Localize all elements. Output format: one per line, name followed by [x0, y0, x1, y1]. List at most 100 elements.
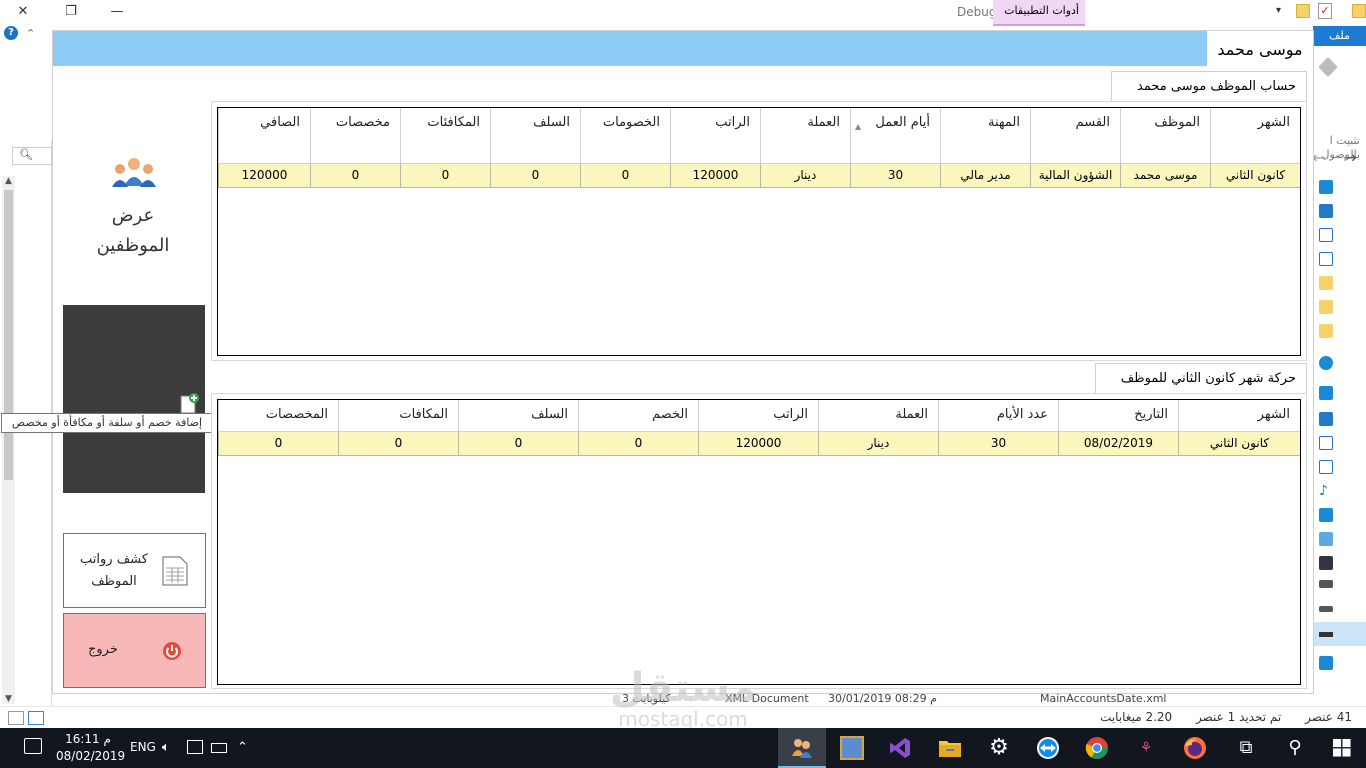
drive-icon[interactable]: [1319, 606, 1333, 612]
column-header[interactable]: الراتب: [670, 108, 760, 163]
visual-studio-icon[interactable]: [888, 736, 912, 760]
column-header[interactable]: القسم: [1030, 108, 1120, 163]
selected-drive-row[interactable]: [1313, 622, 1366, 646]
table-cell[interactable]: الشؤون المالية: [1030, 164, 1120, 188]
table-cell[interactable]: 120000: [670, 164, 760, 188]
picture-icon[interactable]: [1319, 252, 1333, 266]
column-header[interactable]: السلف: [458, 400, 578, 431]
column-header[interactable]: الخصومات: [580, 108, 670, 163]
table-cell[interactable]: 0: [218, 432, 338, 456]
scrollbar-thumb[interactable]: [4, 190, 13, 480]
download-icon[interactable]: [1319, 412, 1333, 426]
table-cell[interactable]: مدير مالي: [940, 164, 1030, 188]
folder-icon[interactable]: [1319, 276, 1333, 290]
folder-icon[interactable]: [1319, 300, 1333, 314]
table-cell[interactable]: 120000: [218, 164, 310, 188]
volume-icon[interactable]: 🔈︎: [162, 740, 170, 755]
column-header[interactable]: أيام العمل ▲: [850, 108, 940, 163]
column-header[interactable]: الخصم: [578, 400, 698, 431]
exit-button[interactable]: خروج: [63, 613, 206, 688]
picture-icon[interactable]: [1319, 436, 1333, 450]
add-deduction-panel[interactable]: [63, 305, 205, 493]
drive-icon[interactable]: [1319, 580, 1333, 588]
music-icon[interactable]: ♪: [1319, 484, 1333, 498]
taskbar-app-active[interactable]: [778, 728, 826, 768]
table-cell[interactable]: 08/02/2019: [1058, 432, 1178, 456]
scrollbar[interactable]: ▲ ▼: [2, 176, 15, 704]
column-header[interactable]: العملة: [760, 108, 850, 163]
view-employees-label[interactable]: عرض الموظفين: [83, 201, 183, 261]
table-cell[interactable]: 30: [938, 432, 1058, 456]
scroll-up-icon[interactable]: ▲: [2, 176, 15, 186]
table-cell[interactable]: 0: [458, 432, 578, 456]
table-cell[interactable]: 120000: [698, 432, 818, 456]
pin-icon[interactable]: [1318, 57, 1338, 77]
column-header[interactable]: الشهر: [1210, 108, 1300, 163]
file-explorer-icon[interactable]: [938, 736, 962, 760]
details-view-icon[interactable]: [8, 711, 24, 725]
properties-icon[interactable]: ✓: [1318, 3, 1332, 19]
folder-icon[interactable]: [1319, 324, 1333, 338]
column-header[interactable]: المهنة: [940, 108, 1030, 163]
column-header[interactable]: المخصصات: [218, 400, 338, 431]
image-viewer-icon[interactable]: [840, 736, 864, 760]
table-cell[interactable]: 0: [490, 164, 580, 188]
add-document-icon[interactable]: [179, 393, 199, 415]
help-icon[interactable]: ?: [4, 26, 18, 40]
salary-report-button[interactable]: كشف رواتب الموظف: [63, 533, 206, 608]
chevron-up-icon[interactable]: ⌃: [26, 27, 35, 40]
column-header[interactable]: التاريخ: [1058, 400, 1178, 431]
desktop-icon[interactable]: [1319, 508, 1333, 522]
document-icon[interactable]: [1319, 460, 1333, 474]
search-icon[interactable]: ⚲: [1283, 736, 1307, 760]
column-header[interactable]: المكافات: [338, 400, 458, 431]
language-indicator[interactable]: ENG: [130, 740, 156, 754]
table-cell[interactable]: 30: [850, 164, 940, 188]
videos-icon[interactable]: [1319, 556, 1333, 570]
scroll-down-icon[interactable]: ▼: [2, 694, 15, 704]
close-icon[interactable]: ✕: [8, 2, 38, 22]
tab-file[interactable]: ملف: [1313, 26, 1366, 46]
table-cell[interactable]: دينار: [818, 432, 938, 456]
maximize-icon[interactable]: ❐: [56, 2, 86, 22]
movement-grid[interactable]: الشهر التاريخ عدد الأيام العملة الراتب الخصم ا…: [217, 399, 1301, 685]
table-row[interactable]: كانون الثاني موسى محمد الشؤون المالية مدير …: [218, 164, 1300, 188]
table-cell[interactable]: دينار: [760, 164, 850, 188]
table-cell[interactable]: 0: [580, 164, 670, 188]
column-header[interactable]: العملة: [818, 400, 938, 431]
settings-icon[interactable]: ⚙: [987, 736, 1011, 760]
app-icon[interactable]: ⚘: [1134, 736, 1158, 760]
firefox-icon[interactable]: [1183, 736, 1207, 760]
notification-icon[interactable]: [24, 738, 42, 754]
table-cell[interactable]: 0: [400, 164, 490, 188]
table-cell[interactable]: موسى محمد: [1120, 164, 1210, 188]
download-icon[interactable]: [1319, 204, 1333, 218]
column-header[interactable]: السلف: [490, 108, 580, 163]
onedrive-icon[interactable]: [1319, 356, 1333, 370]
forward-arrow-icon[interactable]: ←: [1312, 148, 1325, 167]
minimize-icon[interactable]: —: [102, 2, 132, 22]
column-header[interactable]: عدد الأيام: [938, 400, 1058, 431]
column-header[interactable]: الشهر: [1178, 400, 1300, 431]
column-header[interactable]: الموظف: [1120, 108, 1210, 163]
3d-objects-icon[interactable]: [1319, 532, 1333, 546]
list-view-icon[interactable]: [28, 711, 44, 725]
teamviewer-icon[interactable]: [1036, 736, 1060, 760]
account-grid[interactable]: الشهر الموظف القسم المهنة أيام العمل ▲ العملة ا…: [217, 107, 1301, 356]
column-header[interactable]: المكافئات: [400, 108, 490, 163]
battery-icon[interactable]: [211, 743, 227, 753]
column-header[interactable]: مخصصات: [310, 108, 400, 163]
table-cell[interactable]: 0: [310, 164, 400, 188]
network-icon[interactable]: [187, 740, 203, 754]
network-icon[interactable]: [1319, 656, 1333, 670]
column-header[interactable]: الراتب: [698, 400, 818, 431]
table-cell[interactable]: 0: [578, 432, 698, 456]
table-cell[interactable]: كانون الثاني: [1178, 432, 1300, 456]
this-pc-icon[interactable]: [1319, 386, 1333, 400]
document-icon[interactable]: [1319, 228, 1333, 242]
clock[interactable]: 16:11 م 08/02/2019: [56, 731, 125, 765]
table-cell[interactable]: 0: [338, 432, 458, 456]
chrome-icon[interactable]: [1085, 736, 1109, 760]
search-box[interactable]: 🔍︎: [12, 147, 52, 165]
column-header[interactable]: الصافي: [218, 108, 310, 163]
